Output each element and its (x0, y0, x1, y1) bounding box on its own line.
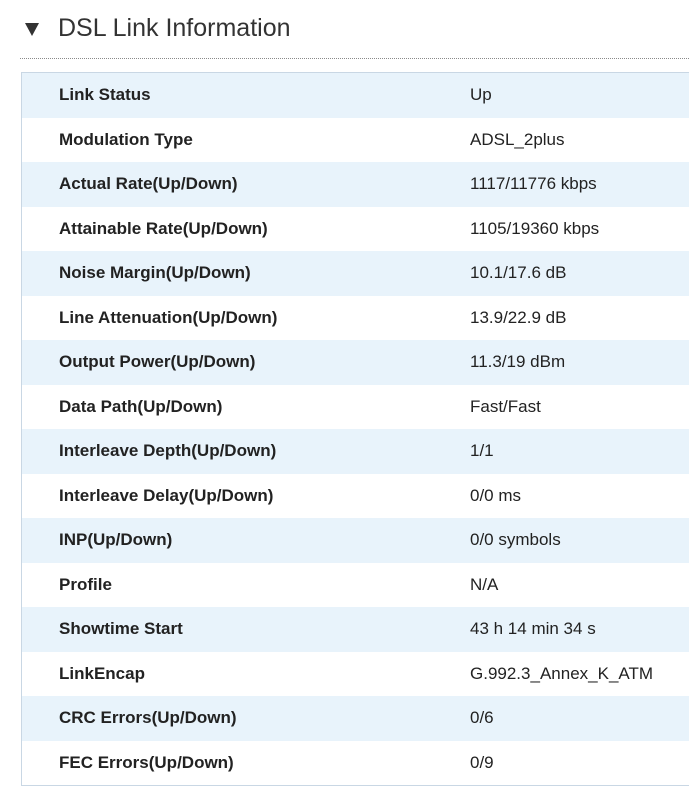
row-value: N/A (470, 574, 499, 594)
row-label: Modulation Type (59, 129, 193, 149)
table-row-crc-errors: CRC Errors(Up/Down) 0/6 (22, 696, 689, 741)
row-value: ADSL_2plus (470, 129, 565, 149)
section-title: DSL Link Information (58, 14, 291, 42)
row-value: 1/1 (470, 441, 494, 461)
table-row-interleave-delay: Interleave Delay(Up/Down) 0/0 ms (22, 473, 689, 518)
row-label: CRC Errors(Up/Down) (59, 708, 237, 728)
row-label: Profile (59, 574, 112, 594)
row-value: Up (470, 85, 492, 105)
row-value: Fast/Fast (470, 396, 541, 416)
table-row-profile: Profile N/A (22, 562, 689, 607)
row-value: 11.3/19 dBm (470, 352, 566, 372)
row-label: FEC Errors(Up/Down) (59, 752, 234, 772)
table-row-data-path: Data Path(Up/Down) Fast/Fast (22, 384, 689, 429)
row-value: 1105/19360 kbps (470, 218, 600, 238)
row-label: Interleave Depth(Up/Down) (59, 441, 277, 461)
table-row-actual-rate: Actual Rate(Up/Down) 1117/11776 kbps (22, 162, 689, 207)
table-row-output-power: Output Power(Up/Down) 11.3/19 dBm (22, 340, 689, 385)
row-value: 0/9 (470, 752, 494, 772)
row-value: 13.9/22.9 dB (470, 307, 567, 327)
row-value: 10.1/17.6 dB (470, 263, 567, 283)
row-label: Noise Margin(Up/Down) (59, 263, 251, 283)
row-value: 43 h 14 min 34 s (470, 619, 596, 639)
row-value: G.992.3_Annex_K_ATM (470, 663, 654, 683)
row-value: 1117/11776 kbps (470, 174, 597, 194)
table-row-noise-margin: Noise Margin(Up/Down) 10.1/17.6 dB (22, 251, 689, 296)
row-label: INP(Up/Down) (59, 530, 173, 550)
table-row-link-status: Link Status Up (22, 73, 689, 118)
table-row-line-attenuation: Line Attenuation(Up/Down) 13.9/22.9 dB (22, 295, 689, 340)
table-row-inp: INP(Up/Down) 0/0 symbols (22, 518, 689, 563)
row-label: Data Path(Up/Down) (59, 396, 223, 416)
table-row-interleave-depth: Interleave Depth(Up/Down) 1/1 (22, 429, 689, 474)
table-row-showtime-start: Showtime Start 43 h 14 min 34 s (22, 607, 689, 652)
row-label: Showtime Start (59, 619, 183, 639)
table-row-link-encap: LinkEncap G.992.3_Annex_K_ATM (22, 651, 689, 696)
row-value: 0/6 (470, 708, 494, 728)
table-row-attainable-rate: Attainable Rate(Up/Down) 1105/19360 kbps (22, 206, 689, 251)
table-row-modulation-type: Modulation Type ADSL_2plus (22, 117, 689, 162)
section-header: DSL Link Information (20, 0, 689, 59)
row-label: Attainable Rate(Up/Down) (59, 218, 268, 238)
triangle-down-icon[interactable] (25, 23, 39, 36)
row-value: 0/0 ms (470, 485, 522, 505)
row-label: Actual Rate(Up/Down) (59, 174, 238, 194)
row-label: Link Status (59, 85, 151, 105)
dsl-info-table: Link Status Up Modulation Type ADSL_2plu… (21, 72, 689, 786)
row-label: Interleave Delay(Up/Down) (59, 485, 274, 505)
row-label: Output Power(Up/Down) (59, 352, 256, 372)
row-label: Line Attenuation(Up/Down) (59, 307, 278, 327)
row-value: 0/0 symbols (470, 530, 561, 550)
row-label: LinkEncap (59, 663, 145, 683)
table-row-fec-errors: FEC Errors(Up/Down) 0/9 (22, 740, 689, 785)
